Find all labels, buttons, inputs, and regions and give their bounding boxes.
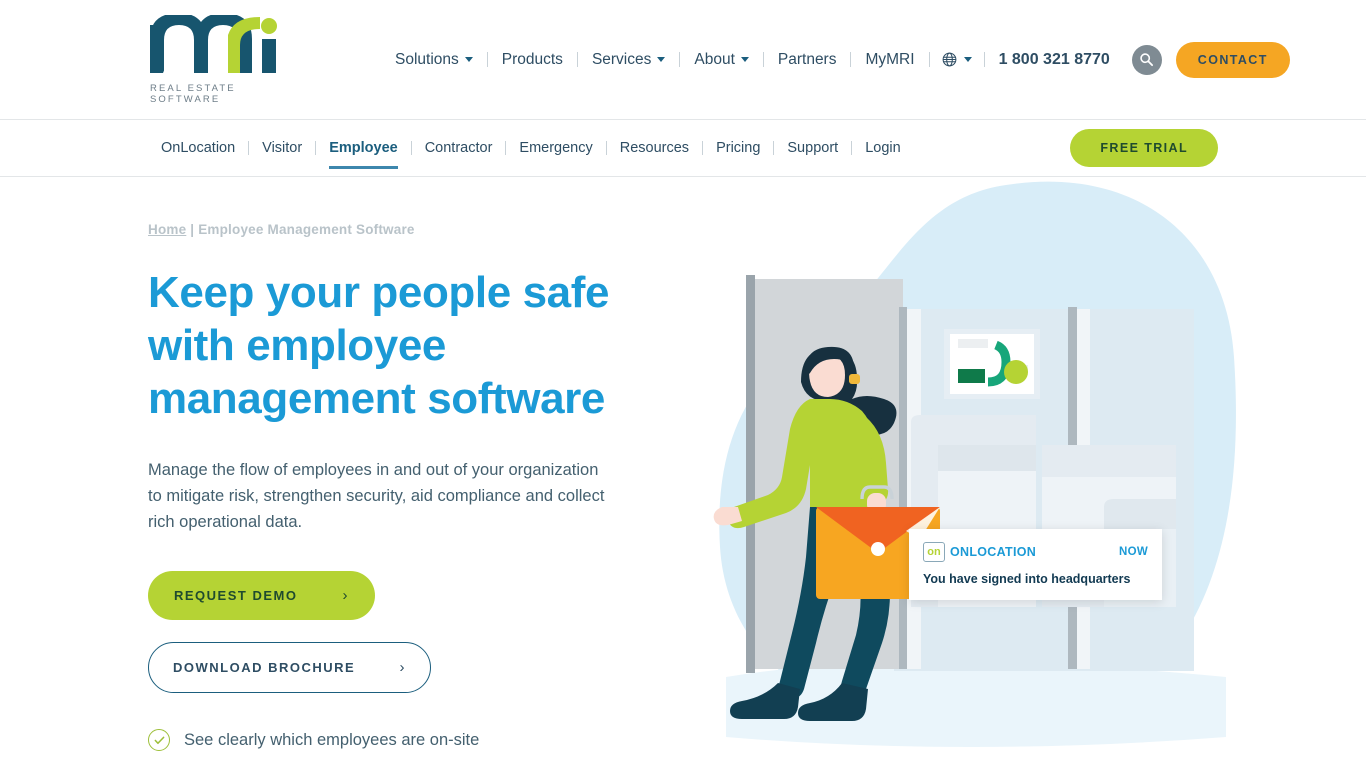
subnav-list: OnLocation Visitor Employee Contractor E… — [148, 140, 1070, 169]
chevron-down-icon — [464, 57, 473, 62]
benefit-label: See clearly which employees are on-site — [184, 730, 480, 749]
notification-card[interactable]: on ONLOCATION NOW You have signed into h… — [909, 529, 1162, 600]
hair-tie — [849, 374, 860, 384]
notification-timestamp: NOW — [1118, 546, 1148, 558]
chevron-down-icon — [657, 57, 666, 62]
subnav-item-resources[interactable]: Resources — [607, 140, 702, 156]
breadcrumb-current: Employee Management Software — [198, 222, 415, 237]
nav-label: Products — [501, 50, 563, 68]
chevron-down-icon — [740, 57, 749, 62]
hero-description: Manage the flow of employees in and out … — [148, 461, 605, 531]
check-circle-icon — [148, 729, 170, 752]
subnav-item-onlocation[interactable]: OnLocation — [148, 140, 248, 156]
request-demo-label: REQUEST DEMO — [174, 588, 298, 604]
subnav-item-pricing[interactable]: Pricing — [703, 140, 773, 156]
product-subnav: OnLocation Visitor Employee Contractor E… — [0, 120, 1366, 177]
nav-label: MyMRI — [865, 50, 915, 68]
nav-label: Solutions — [395, 50, 459, 68]
hero-illustration: on ONLOCATION NOW You have signed into h… — [706, 177, 1266, 767]
subnav-item-emergency[interactable]: Emergency — [506, 140, 605, 156]
hero-content: Home | Employee Management Software Keep… — [148, 177, 648, 767]
free-trial-button[interactable]: FREE TRIAL — [1070, 129, 1218, 167]
phone-number[interactable]: 1 800 321 8770 — [985, 51, 1124, 69]
nav-item-products[interactable]: Products — [488, 51, 577, 69]
employee-signin-illustration — [713, 181, 1236, 747]
breadcrumb-separator: | — [186, 222, 199, 237]
chevron-right-icon: › — [342, 587, 349, 605]
notification-message: You have signed into headquarters — [923, 572, 1131, 586]
breadcrumb-home-link[interactable]: Home — [148, 222, 186, 237]
door-frame-right — [899, 307, 907, 669]
nav-item-about[interactable]: About — [680, 51, 763, 69]
page-title: Keep your people safe with employee mana… — [148, 268, 610, 423]
onlocation-badge-icon: on — [923, 542, 945, 562]
hero-section: Home | Employee Management Software Keep… — [0, 177, 1366, 767]
nav-label: About — [694, 50, 735, 68]
contact-button[interactable]: CONTACT — [1175, 41, 1290, 78]
mri-logo[interactable]: REAL ESTATE SOFTWARE — [148, 14, 281, 105]
download-brochure-button[interactable]: DOWNLOAD BROCHURE › — [148, 642, 431, 694]
globe-icon — [942, 52, 956, 67]
subnav-item-employee[interactable]: Employee — [316, 140, 411, 169]
language-selector[interactable] — [930, 52, 984, 67]
site-header: REAL ESTATE SOFTWARE Solutions Products … — [0, 0, 1366, 120]
nav-item-partners[interactable]: Partners — [764, 51, 851, 69]
subnav-item-support[interactable]: Support — [774, 140, 851, 156]
logo-tagline: REAL ESTATE SOFTWARE — [150, 82, 236, 105]
download-brochure-label: DOWNLOAD BROCHURE — [173, 660, 356, 676]
chevron-down-icon — [963, 57, 972, 62]
notification-header: on ONLOCATION NOW — [923, 542, 1148, 562]
chevron-right-icon: › — [399, 659, 406, 677]
request-demo-button[interactable]: REQUEST DEMO › — [148, 571, 375, 621]
subnav-item-login[interactable]: Login — [852, 140, 913, 156]
nav-label: Partners — [777, 50, 837, 68]
nav-item-services[interactable]: Services — [578, 51, 679, 69]
mri-logo-mark — [150, 14, 277, 73]
wall-screen — [944, 329, 1040, 399]
subnav-item-visitor[interactable]: Visitor — [249, 140, 315, 156]
benefit-item: See clearly which employees are on-site — [148, 729, 648, 752]
main-navigation: Solutions Products Services About Partne… — [381, 41, 1290, 78]
breadcrumb: Home | Employee Management Software — [148, 222, 648, 237]
checkmark-icon — [154, 736, 164, 744]
subnav-item-contractor[interactable]: Contractor — [412, 140, 506, 156]
search-icon — [1140, 53, 1154, 67]
door-frame-left — [746, 275, 755, 673]
nav-item-solutions[interactable]: Solutions — [381, 51, 487, 69]
nav-label: Services — [591, 50, 652, 68]
search-button[interactable] — [1131, 44, 1162, 75]
notification-brand: ONLOCATION — [950, 545, 1037, 559]
nav-item-mymri[interactable]: MyMRI — [851, 51, 928, 69]
